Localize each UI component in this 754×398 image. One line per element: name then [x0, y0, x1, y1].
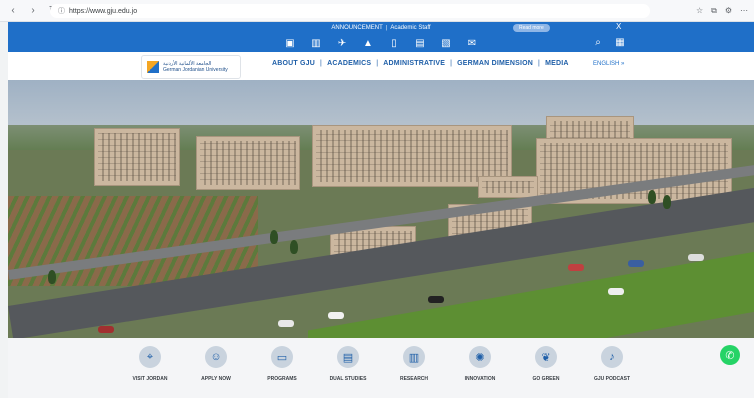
quick-link-research[interactable]: ▥ RESEARCH — [387, 346, 441, 398]
campus-building — [196, 136, 300, 190]
menu-divider: | — [376, 60, 379, 67]
quick-icon-bar: ▣ ▥ ✈ ▲ ▯ ▤ ▧ ✉ ⌕ ▦ — [8, 34, 754, 52]
quick-link-label: RESEARCH — [399, 376, 429, 382]
tree — [663, 195, 671, 209]
address-bar[interactable]: ⓘ https://www.gju.edu.jo — [50, 4, 650, 18]
person-icon: ☺ — [205, 346, 227, 368]
campus-building — [478, 176, 538, 198]
menu-item-media[interactable]: MEDIA — [545, 60, 569, 67]
forward-icon[interactable]: › — [26, 4, 40, 18]
quick-links: ⌖ VISIT JORDAN ☺ APPLY NOW ▭ PROGRAMS ▤ … — [8, 338, 754, 398]
settings-icon[interactable]: ⚙ — [725, 4, 732, 18]
gju-homepage: ANNOUNCEMENT | Academic Staff Read more … — [8, 22, 754, 398]
tree — [270, 230, 278, 244]
announcement-bar: ANNOUNCEMENT | Academic Staff Read more … — [8, 22, 754, 34]
tree — [648, 190, 656, 204]
close-icon[interactable]: X — [616, 22, 621, 31]
quick-link-gju-podcast[interactable]: ♪ GJU PODCAST — [585, 346, 639, 398]
hero-campus-image — [8, 80, 754, 338]
parked-car — [568, 264, 584, 271]
announcement-text[interactable]: Academic Staff — [390, 25, 430, 31]
menu-divider: | — [320, 60, 323, 67]
triangle-icon[interactable]: ▲ — [362, 38, 374, 49]
quick-link-innovation[interactable]: ✺ INNOVATION — [453, 346, 507, 398]
quick-link-apply-now[interactable]: ☺ APPLY NOW — [189, 346, 243, 398]
read-more-button[interactable]: Read more — [513, 24, 550, 32]
book-icon[interactable]: ▥ — [310, 38, 322, 49]
campus-building — [94, 128, 180, 186]
door-icon[interactable]: ▯ — [388, 38, 400, 49]
browser-actions: ☆ ⧉ ⚙ ⋯ — [696, 4, 748, 18]
url-text: https://www.gju.edu.jo — [69, 7, 138, 15]
mail-icon[interactable]: ✉ — [466, 38, 478, 49]
parked-car — [98, 326, 114, 333]
logo-mark-icon — [147, 61, 159, 73]
gju-logo[interactable]: الجامعة الألمانية الأردنية German Jordan… — [141, 55, 241, 79]
parked-car — [628, 260, 644, 267]
plane-icon[interactable]: ✈ — [336, 38, 348, 49]
main-navigation: الجامعة الألمانية الأردنية German Jordan… — [8, 52, 754, 80]
announcement-label: ANNOUNCEMENT — [331, 25, 383, 31]
quick-link-label: APPLY NOW — [201, 376, 231, 382]
innovation-icon: ✺ — [469, 346, 491, 368]
menu-divider: | — [450, 60, 453, 67]
logo-text: الجامعة الألمانية الأردنية German Jordan… — [163, 61, 228, 73]
menu-item-academics[interactable]: ACADEMICS — [327, 60, 371, 67]
star-icon[interactable]: ☆ — [696, 4, 703, 18]
quick-link-dual-studies[interactable]: ▤ DUAL STUDIES — [321, 346, 375, 398]
document-icon: ▤ — [337, 346, 359, 368]
quick-link-visit-jordan[interactable]: ⌖ VISIT JORDAN — [123, 346, 177, 398]
announcement-separator: | — [385, 25, 388, 31]
menu-icon[interactable]: ⋯ — [740, 4, 748, 18]
parked-car — [328, 312, 344, 319]
parked-car — [278, 320, 294, 327]
tree — [290, 240, 298, 254]
search-icon[interactable]: ⌕ — [592, 37, 604, 48]
menu-item-administrative[interactable]: ADMINISTRATIVE — [383, 60, 445, 67]
language-switch[interactable]: ENGLISH » — [593, 61, 624, 67]
browser-window: ‹ › ↻ ⓘ https://www.gju.edu.jo ☆ ⧉ ⚙ ⋯ A… — [0, 0, 754, 398]
menu-item-about[interactable]: ABOUT GJU — [272, 60, 315, 67]
logo-text-english: German Jordanian University — [163, 67, 228, 73]
chart-icon[interactable]: ▤ — [414, 38, 426, 49]
parked-car — [608, 288, 624, 295]
parked-car — [428, 296, 444, 303]
browser-toolbar: ‹ › ↻ ⓘ https://www.gju.edu.jo ☆ ⧉ ⚙ ⋯ — [0, 0, 754, 22]
menu: ABOUT GJU | ACADEMICS | ADMINISTRATIVE |… — [272, 60, 569, 67]
research-icon: ▥ — [403, 346, 425, 368]
back-icon[interactable]: ‹ — [6, 4, 20, 18]
whatsapp-icon[interactable]: ✆ — [720, 345, 740, 365]
calendar-icon[interactable]: ▦ — [614, 37, 626, 48]
microphone-icon: ♪ — [601, 346, 623, 368]
quick-link-go-green[interactable]: ❦ GO GREEN — [519, 346, 573, 398]
quick-link-label: GJU PODCAST — [593, 376, 631, 382]
info-icon[interactable]: ⓘ — [58, 6, 65, 16]
quick-link-label: GO GREEN — [532, 376, 560, 382]
leaf-icon: ❦ — [535, 346, 557, 368]
idcard-icon[interactable]: ▣ — [284, 38, 296, 49]
quick-link-label: INNOVATION — [464, 376, 496, 382]
clipboard-icon[interactable]: ▧ — [440, 38, 452, 49]
quick-link-label: DUAL STUDIES — [329, 376, 367, 382]
quick-link-label: VISIT JORDAN — [132, 376, 168, 382]
menu-divider: | — [538, 60, 541, 67]
quick-link-programs[interactable]: ▭ PROGRAMS — [255, 346, 309, 398]
utility-icons: ⌕ ▦ — [592, 37, 626, 48]
extensions-icon[interactable]: ⧉ — [711, 4, 717, 18]
tree — [48, 270, 56, 284]
monitor-icon: ▭ — [271, 346, 293, 368]
parked-car — [688, 254, 704, 261]
menu-item-german-dimension[interactable]: GERMAN DIMENSION — [457, 60, 533, 67]
quick-link-label: PROGRAMS — [267, 376, 297, 382]
map-icon: ⌖ — [139, 346, 161, 368]
